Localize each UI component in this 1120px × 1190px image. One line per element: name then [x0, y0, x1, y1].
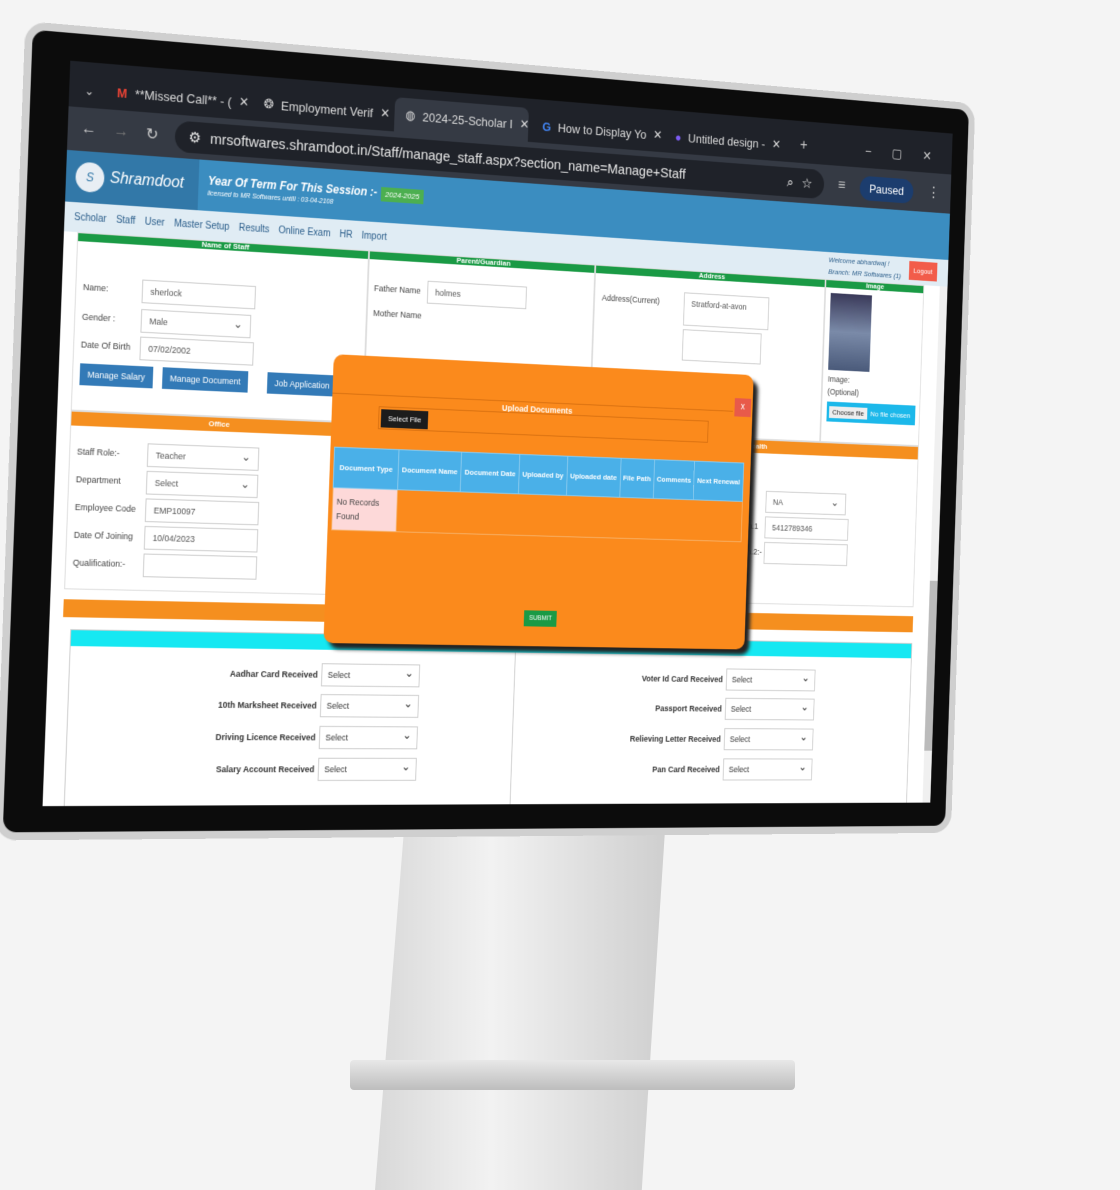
doc-row-voter: Voter Id Card Received Select: [641, 667, 816, 692]
submit-button[interactable]: SUBMIT: [523, 610, 558, 627]
doc-row-passport: Passport Received Select: [655, 697, 815, 721]
session-info: Year Of Term For This Session :- 2024-202…: [198, 173, 424, 212]
staff-form: Name of Staff Parent/Guardian Address Im…: [56, 232, 932, 807]
upload-documents-modal: x Upload Documents Select File Document …: [323, 354, 754, 650]
licence-select[interactable]: Select: [318, 725, 418, 750]
col-document-type: Document Type: [333, 447, 400, 490]
image-section: Image Image: (Optional) Choose file No fi…: [820, 279, 925, 447]
salary-account-select[interactable]: Select: [317, 757, 417, 781]
doc-row-licence: Driving Licence Received Select: [215, 725, 418, 750]
nav-scholar[interactable]: Scholar: [74, 212, 107, 225]
divider: [509, 652, 516, 806]
close-icon[interactable]: ✕: [653, 127, 662, 142]
canva-icon: ●: [674, 129, 682, 144]
doc-row-pan: Pan Card Received Select: [652, 758, 813, 781]
welcome-info: Welcome abhardwaj ! Branch: MR Softwares …: [828, 255, 902, 281]
manage-salary-button[interactable]: Manage Salary: [79, 363, 153, 389]
doc-row-relieving: Relieving Letter Received Select: [629, 728, 814, 751]
doc-row-10th: 10th Marksheet Received Select: [218, 693, 420, 718]
session-badge: 2024-2025: [380, 186, 424, 205]
star-icon[interactable]: ☆: [801, 175, 812, 192]
nav-online-exam[interactable]: Online Exam: [278, 225, 330, 239]
col-next-renewal: Next Renewal: [693, 461, 744, 502]
reload-icon[interactable]: ↻: [145, 124, 159, 145]
logout-button[interactable]: Logout: [908, 260, 938, 282]
contact-person-2-field[interactable]: [763, 541, 848, 567]
close-modal-button[interactable]: x: [734, 398, 752, 418]
close-icon[interactable]: ✕: [772, 137, 781, 152]
back-icon[interactable]: ←: [81, 120, 97, 139]
monitor: ⌄ M **Missed Call** - (✕ ❂ Employment Veri…: [0, 21, 976, 841]
forward-icon[interactable]: →: [113, 123, 129, 142]
zoom-icon[interactable]: ⌕: [787, 174, 794, 190]
col-document-name: Document Name: [397, 449, 462, 492]
close-icon[interactable]: ✕: [380, 105, 390, 121]
screen: ⌄ M **Missed Call** - (✕ ❂ Employment Veri…: [42, 60, 953, 807]
globe-icon: ◍: [405, 107, 416, 123]
profile-button[interactable]: Paused: [859, 175, 914, 204]
doc-row-aadhar: Aadhar Card Received Select: [229, 662, 421, 688]
manage-document-button[interactable]: Manage Document: [161, 367, 249, 393]
chatgpt-icon: ❂: [263, 96, 274, 112]
staff-role-select[interactable]: Teacher: [146, 443, 260, 471]
voter-select[interactable]: Select: [725, 668, 816, 692]
qualification-field[interactable]: [142, 553, 258, 580]
staff-photo: [828, 292, 873, 372]
media-icon[interactable]: ≡: [838, 178, 846, 195]
no-records: No Records Found: [331, 487, 398, 532]
nav-master-setup[interactable]: Master Setup: [174, 218, 230, 232]
col-uploaded-date: Uploaded date: [566, 456, 621, 498]
close-icon[interactable]: ✕: [519, 117, 529, 133]
documents-section: Aadhar Card ReceivedSelect 10th Markshee…: [63, 629, 913, 807]
gmail-icon: M: [116, 84, 128, 101]
date-of-joining-field[interactable]: 10/04/2023: [143, 525, 259, 553]
monitor-stand: [375, 830, 665, 1190]
nav-staff[interactable]: Staff: [116, 214, 136, 226]
logo[interactable]: S Shramdoot: [65, 149, 200, 211]
menu-icon[interactable]: ⋮: [927, 183, 940, 202]
employee-code-field[interactable]: EMP10097: [144, 498, 260, 526]
site-info-icon[interactable]: ⚙: [188, 128, 201, 147]
job-application-button[interactable]: Job Application: [266, 372, 338, 397]
nav-hr[interactable]: HR: [339, 229, 352, 240]
pan-select[interactable]: Select: [722, 758, 813, 781]
health-select[interactable]: NA: [765, 490, 847, 516]
tab-search-icon[interactable]: ⌄: [76, 83, 102, 109]
new-tab-icon[interactable]: +: [793, 137, 814, 164]
passport-select[interactable]: Select: [724, 697, 815, 721]
address-permanent-field[interactable]: [681, 329, 762, 365]
col-uploaded-by: Uploaded by: [518, 454, 568, 496]
marksheet-select[interactable]: Select: [319, 694, 420, 718]
col-document-date: Document Date: [460, 452, 520, 494]
monitor-base: [350, 1060, 795, 1090]
col-comments: Comments: [653, 459, 695, 500]
image-file-input[interactable]: Choose file No file chosen: [826, 401, 916, 426]
google-icon: G: [542, 118, 552, 134]
nav-results[interactable]: Results: [238, 222, 269, 235]
doc-row-salary: Salary Account Received Select: [216, 757, 417, 781]
nav-import[interactable]: Import: [361, 230, 387, 242]
col-file-path: File Path: [619, 458, 655, 499]
department-select[interactable]: Select: [145, 470, 259, 499]
documents-table: Document Type Document Name Document Dat…: [331, 447, 744, 543]
nav-user[interactable]: User: [145, 216, 165, 228]
aadhar-select[interactable]: Select: [320, 663, 421, 688]
address-current-field[interactable]: Stratford-at-avon: [683, 292, 770, 331]
close-icon[interactable]: ✕: [239, 94, 250, 110]
contact-person-1-field[interactable]: 5412789346: [764, 516, 849, 541]
relieving-select[interactable]: Select: [723, 728, 814, 751]
select-file-button[interactable]: Select File: [380, 409, 429, 430]
